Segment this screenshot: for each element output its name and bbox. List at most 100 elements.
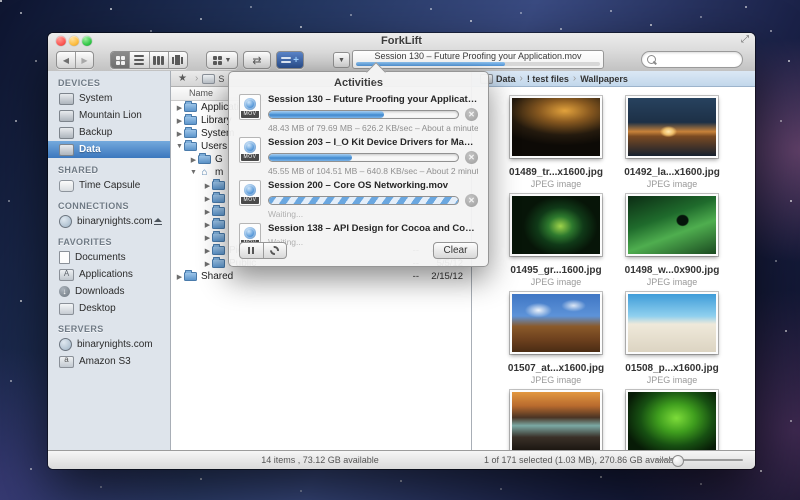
- activity-item[interactable]: MOV Session 200 – Core OS Networking.mov…: [239, 180, 478, 219]
- image-thumbnail[interactable]: [626, 194, 718, 256]
- sidebar-item-label: Applications: [79, 269, 133, 280]
- sidebar-item-amazon-s3[interactable]: Amazon S3: [48, 353, 170, 370]
- file-kind: JPEG image: [647, 179, 698, 189]
- search-field[interactable]: [641, 51, 743, 68]
- folder-icon: [212, 259, 225, 268]
- search-input[interactable]: [659, 54, 733, 66]
- breadcrumb-wallpapers[interactable]: Wallpapers: [580, 74, 628, 84]
- sidebar-item-backup[interactable]: Backup: [48, 124, 170, 141]
- breadcrumb-test-files[interactable]: ! test files: [527, 74, 569, 84]
- back-button[interactable]: ◀: [57, 52, 76, 68]
- folder-icon: [184, 142, 197, 151]
- settings-button[interactable]: [264, 243, 287, 258]
- image-thumbnail[interactable]: [510, 96, 602, 158]
- activity-name: Session 200 – Core OS Networking.mov: [268, 180, 478, 192]
- image-thumbnail[interactable]: [626, 96, 718, 158]
- list-view-button[interactable]: [130, 52, 149, 68]
- disclosure-triangle-icon[interactable]: ▼: [189, 169, 198, 176]
- right-file-pane: Data › ! test files › Wallpapers 01489_t…: [472, 71, 755, 451]
- activity-progress-bar: [268, 110, 459, 119]
- disclosure-triangle-icon[interactable]: ▶: [203, 247, 212, 255]
- cancel-icon[interactable]: ✕: [465, 108, 478, 121]
- file-item[interactable]: 01507_at...x1600.jpgJPEG image: [498, 292, 614, 390]
- image-thumbnail[interactable]: [626, 390, 718, 451]
- disclosure-triangle-icon[interactable]: ▶: [189, 156, 198, 164]
- sidebar-item-label: Time Capsule: [79, 180, 140, 191]
- file-name: 01498_w...0x900.jpg: [625, 265, 720, 276]
- disclosure-triangle-icon[interactable]: ▶: [203, 221, 212, 229]
- file-size: --: [413, 271, 419, 282]
- sidebar-item-mountain-lion[interactable]: Mountain Lion: [48, 107, 170, 124]
- tree-row[interactable]: ▶Shared--2/15/12: [171, 270, 471, 283]
- slider-knob[interactable]: [672, 455, 684, 467]
- desktop-stars: [0, 0, 2, 2]
- file-item[interactable]: 01489_tr...x1600.jpgJPEG image: [498, 96, 614, 194]
- file-grid: 01489_tr...x1600.jpgJPEG image 01492_la.…: [472, 86, 755, 451]
- favorites-star-icon[interactable]: ★: [178, 73, 187, 84]
- forward-button[interactable]: ▶: [76, 52, 93, 68]
- sidebar-item-time-capsule[interactable]: Time Capsule: [48, 177, 170, 194]
- downloads-icon: [59, 286, 70, 297]
- disclosure-triangle-icon[interactable]: ▶: [175, 130, 184, 138]
- thumbnail-size-slider[interactable]: [655, 459, 743, 461]
- activities-list: MOV Session 130 – Future Proofing your A…: [229, 92, 488, 249]
- folder-icon: [212, 181, 225, 190]
- disclosure-triangle-icon[interactable]: ▶: [203, 234, 212, 242]
- disclosure-triangle-icon[interactable]: ▶: [203, 208, 212, 216]
- sidebar-item-applications[interactable]: Applications: [48, 266, 170, 283]
- file-item[interactable]: [614, 390, 730, 451]
- activity-item[interactable]: MOV Session 130 – Future Proofing your A…: [239, 94, 478, 133]
- file-kind: JPEG image: [531, 375, 582, 385]
- breadcrumb-separator: ›: [520, 73, 523, 84]
- file-item[interactable]: 01498_w...0x900.jpgJPEG image: [614, 194, 730, 292]
- image-thumbnail[interactable]: [510, 390, 602, 451]
- arrange-button[interactable]: ▼: [206, 51, 238, 69]
- sidebar-item-system[interactable]: System: [48, 90, 170, 107]
- sidebar-item-downloads[interactable]: Downloads: [48, 283, 170, 300]
- disclosure-triangle-icon[interactable]: ▶: [175, 273, 184, 281]
- activities-disclosure-button[interactable]: ▼: [333, 52, 350, 68]
- pause-button[interactable]: [240, 243, 264, 258]
- breadcrumb-data[interactable]: Data: [496, 74, 516, 84]
- sidebar-section-connections: CONNECTIONS: [48, 201, 170, 211]
- sidebar-item-data[interactable]: Data: [48, 141, 170, 158]
- image-thumbnail[interactable]: [510, 292, 602, 354]
- image-thumbnail[interactable]: [626, 292, 718, 354]
- cancel-icon[interactable]: ✕: [465, 151, 478, 164]
- cancel-icon[interactable]: ✕: [465, 194, 478, 207]
- clear-button[interactable]: Clear: [433, 242, 478, 259]
- disclosure-triangle-icon[interactable]: ▶: [175, 104, 184, 112]
- sync-button[interactable]: ⇄: [243, 51, 271, 69]
- right-path-bar[interactable]: Data › ! test files › Wallpapers: [472, 71, 755, 87]
- resize-icon[interactable]: ⤢: [741, 34, 749, 45]
- sidebar-item-label: Mountain Lion: [79, 110, 142, 121]
- disclosure-triangle-icon[interactable]: ▶: [203, 195, 212, 203]
- back-icon: ◀: [63, 56, 69, 65]
- file-item[interactable]: 01492_la...x1600.jpgJPEG image: [614, 96, 730, 194]
- titlebar[interactable]: ForkLift ⤢: [48, 33, 755, 48]
- activity-name: Session 130 – Future Proofing your Appli…: [268, 94, 478, 106]
- sidebar-item-documents[interactable]: Documents: [48, 249, 170, 266]
- eject-icon[interactable]: [154, 218, 162, 226]
- disclosure-triangle-icon[interactable]: ▶: [175, 117, 184, 125]
- sidebar-item-desktop[interactable]: Desktop: [48, 300, 170, 317]
- activity-item[interactable]: MOV Session 203 – I_O Kit Device Drivers…: [239, 137, 478, 176]
- breadcrumb[interactable]: S: [218, 74, 224, 84]
- sidebar-item-binarynights-server[interactable]: binarynights.com: [48, 336, 170, 353]
- sidebar-item-binarynights-connection[interactable]: binarynights.com: [48, 213, 170, 230]
- column-view-button[interactable]: [150, 52, 169, 68]
- icon-view-button[interactable]: [111, 52, 130, 68]
- transfers-button[interactable]: +: [276, 51, 304, 69]
- disclosure-triangle-icon[interactable]: ▼: [175, 143, 184, 150]
- coverflow-view-button[interactable]: [169, 52, 187, 68]
- activities-title: Activities: [229, 72, 488, 92]
- file-item[interactable]: 01508_p...x1600.jpgJPEG image: [614, 292, 730, 390]
- file-item[interactable]: [498, 390, 614, 451]
- disclosure-triangle-icon[interactable]: ▶: [203, 182, 212, 190]
- transfer-progress-widget[interactable]: Session 130 – Future Proofing your Appli…: [352, 50, 604, 69]
- file-item[interactable]: 01495_gr...1600.jpgJPEG image: [498, 194, 614, 292]
- image-thumbnail[interactable]: [510, 194, 602, 256]
- folder-icon: [212, 233, 225, 242]
- disclosure-triangle-icon[interactable]: ▶: [203, 260, 212, 268]
- transfer-progress-label: Session 130 – Future Proofing your Appli…: [353, 51, 603, 62]
